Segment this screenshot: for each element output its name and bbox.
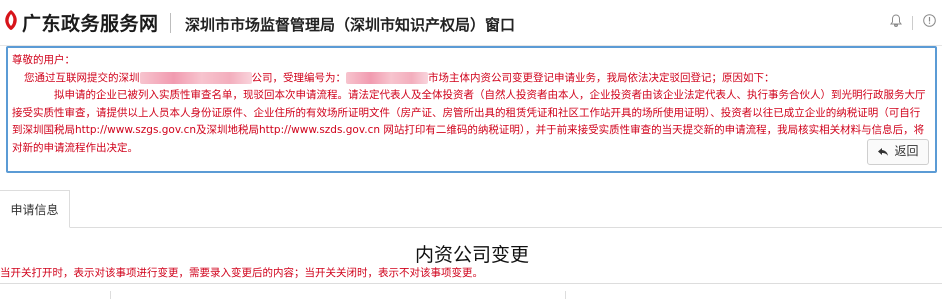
tab-strip: 申请信息 [0, 190, 942, 228]
form-title-text: 内资公司变更 [414, 244, 529, 266]
rejection-notice: 尊敬的用户： 您通过互联网提交的深圳 公司，受理编号为： 市场主体内资公司变更登记申… [6, 46, 937, 173]
form-title: 内资公司变更 [0, 240, 942, 267]
bell-icon[interactable] [890, 14, 902, 31]
redacted-company-name [139, 71, 252, 84]
column-divider [110, 291, 111, 299]
site-brand[interactable]: 广东政务服务网 [22, 9, 159, 36]
notice-summary: 您通过互联网提交的深圳 公司，受理编号为： 市场主体内资公司变更登记申请业务，我局依… [12, 70, 929, 88]
header-divider [170, 13, 171, 33]
redacted-acceptance-number [346, 71, 428, 84]
notice-reason: 拟申请的企业已被列入实质性审查名单，现驳回本次申请流程。请法定代表人及全体投资者… [12, 89, 926, 154]
notice-summary-part1: 您通过互联网提交的深圳 [24, 71, 140, 84]
icon-divider [912, 15, 913, 30]
column-divider [565, 291, 566, 299]
toggle-hint: 当开关打开时，表示对该事项进行变更，需要录入变更后的内容；当开关关闭时，表示不对… [0, 267, 483, 279]
tab-application-info[interactable]: 申请信息 [0, 190, 70, 228]
notice-greeting: 尊敬的用户： [12, 54, 75, 66]
back-button-label: 返回 [894, 144, 919, 159]
reply-arrow-icon [878, 148, 889, 156]
header-actions [890, 14, 936, 31]
notice-summary-part3: 市场主体内资公司变更登记申请业务，我局依法决定驳回登记；原因如下： [428, 71, 775, 84]
guangdong-logo [5, 10, 17, 30]
back-button[interactable]: 返回 [867, 139, 929, 165]
user-icon[interactable] [923, 14, 936, 31]
notice-summary-part2: 公司，受理编号为： [251, 71, 347, 84]
top-bar: 广东政务服务网 深圳市市场监督管理局（深圳市知识产权局）窗口 [0, 0, 942, 46]
bureau-title: 深圳市市场监督管理局（深圳市知识产权局）窗口 [185, 16, 516, 34]
